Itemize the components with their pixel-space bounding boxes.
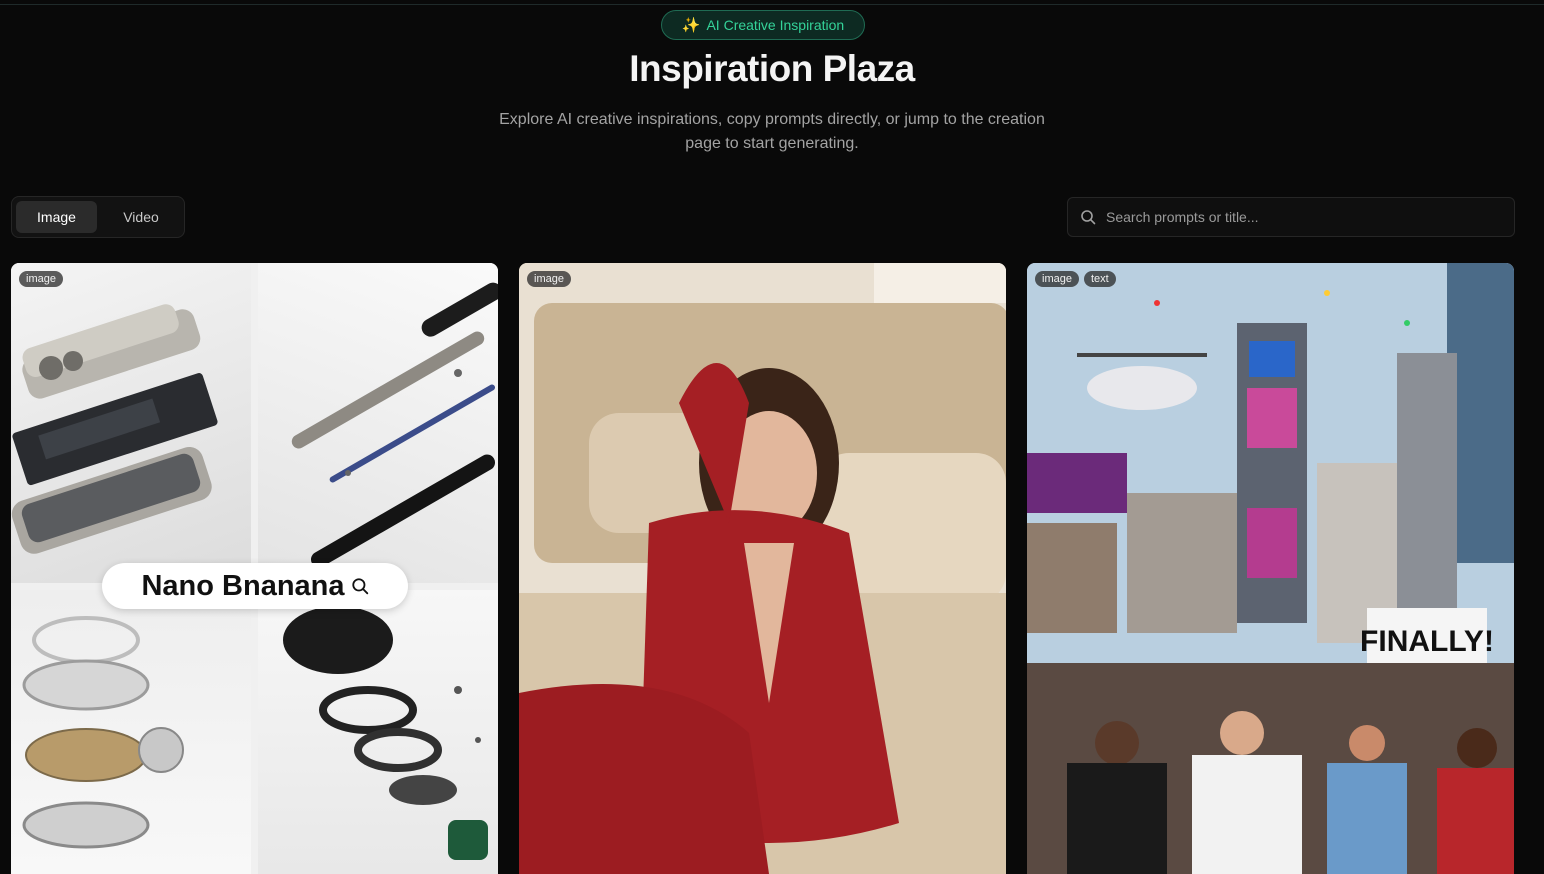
sign-text: FINALLY! xyxy=(1360,625,1494,658)
inspiration-card-times-square[interactable]: image text FINALLY! xyxy=(1027,263,1514,874)
tab-video[interactable]: Video xyxy=(103,201,179,233)
exploded-phone-image xyxy=(11,263,251,583)
card-badges: image xyxy=(527,271,571,287)
type-badge: image xyxy=(1035,271,1079,287)
exploded-watch-image xyxy=(11,590,251,874)
search-icon xyxy=(351,578,368,595)
inspiration-card-exploded-products[interactable]: image Nano Bnanana xyxy=(11,263,498,874)
tab-image[interactable]: Image xyxy=(16,201,97,233)
portrait-image xyxy=(519,263,1006,874)
page-subtitle: Explore AI creative inspirations, copy p… xyxy=(499,111,1045,152)
inspiration-card-portrait[interactable]: image xyxy=(519,263,1006,874)
media-type-tabs: Image Video xyxy=(11,196,185,238)
type-badge: image xyxy=(19,271,63,287)
exploded-lens-image xyxy=(258,590,498,874)
search-input[interactable] xyxy=(1106,209,1486,225)
badge-label: AI Creative Inspiration xyxy=(706,17,845,33)
exploded-pen-image xyxy=(258,263,498,583)
card-badges: image text xyxy=(1035,271,1116,287)
ai-inspiration-badge: ✨ AI Creative Inspiration xyxy=(661,10,865,40)
page-title: Inspiration Plaza xyxy=(629,48,915,89)
type-badge: image xyxy=(527,271,571,287)
overlay-text: Nano Bnanana xyxy=(141,569,345,602)
times-square-image: FINALLY! xyxy=(1027,263,1514,874)
search-icon xyxy=(1081,210,1096,225)
search-box[interactable] xyxy=(1067,197,1515,237)
top-divider xyxy=(0,4,1544,5)
nano-banana-search-overlay: Nano Bnanana xyxy=(102,563,408,609)
sparkle-icon: ✨ xyxy=(681,17,701,34)
type-badge: text xyxy=(1083,271,1116,287)
card-badges: image xyxy=(19,271,63,287)
